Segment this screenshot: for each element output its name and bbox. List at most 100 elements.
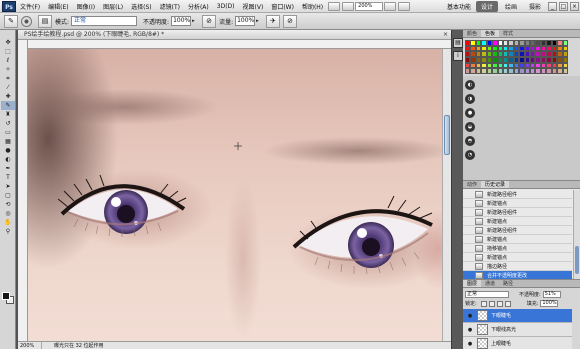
path-select-tool-icon[interactable]: ➤ [1, 182, 15, 191]
history-item[interactable]: 新建锚点 [463, 235, 572, 244]
menu-image[interactable]: 图像(I) [73, 2, 99, 11]
workspace-basic[interactable]: 基本功能 [443, 2, 475, 11]
info-dock-icon[interactable]: i [453, 51, 463, 61]
brush-panel-toggle-icon[interactable]: ▤ [38, 14, 52, 28]
tab-paths[interactable]: 路径 [499, 280, 517, 287]
zoom-tool-icon[interactable]: ⚲ [1, 227, 15, 236]
healing-tool-icon[interactable]: ✚ [1, 92, 15, 101]
history-source-checkbox[interactable] [466, 263, 473, 270]
eye-icon[interactable]: ● [466, 313, 474, 319]
menu-select[interactable]: 选择(S) [127, 2, 156, 11]
history-source-checkbox[interactable] [466, 191, 473, 198]
marquee-tool-icon[interactable]: ⬚ [1, 47, 15, 56]
arrange-docs-button[interactable] [384, 1, 397, 11]
history-source-checkbox[interactable] [466, 245, 473, 252]
lock-pixels-icon[interactable] [488, 300, 495, 307]
tab-actions[interactable]: 动作 [463, 181, 481, 188]
flow-arrow-icon[interactable]: ▸ [256, 16, 263, 26]
preset-icon-3[interactable]: ● [465, 108, 475, 118]
preset-icon-5[interactable]: ◓ [465, 136, 475, 146]
history-source-checkbox[interactable] [466, 209, 473, 216]
history-dock-icon[interactable]: ▤ [453, 38, 463, 48]
preset-icon-2[interactable]: ◑ [465, 94, 475, 104]
eyedropper-tool-icon[interactable]: ⁄ [1, 83, 15, 92]
clone-stamp-tool-icon[interactable]: ♜ [1, 110, 15, 119]
quick-select-tool-icon[interactable]: ✧ [1, 65, 15, 74]
history-source-checkbox[interactable] [466, 218, 473, 225]
shape-tool-icon[interactable]: ▢ [1, 191, 15, 200]
history-item[interactable]: 新建路径组件 [463, 226, 572, 235]
close-button[interactable]: × [570, 1, 579, 11]
brush-tool-icon[interactable]: ✎ [1, 101, 15, 110]
screen-mode-button[interactable] [398, 1, 411, 11]
preset-icon-4[interactable]: ◒ [465, 122, 475, 132]
minimize-button[interactable]: _ [548, 1, 557, 11]
brush-tool-preset-icon[interactable]: ✎ [4, 14, 18, 28]
history-source-checkbox[interactable] [466, 236, 473, 243]
pen-tool-icon[interactable]: ✒ [1, 164, 15, 173]
move-tool-icon[interactable]: ✥ [1, 38, 15, 47]
history-item[interactable]: 新建路径组件 [463, 208, 572, 217]
menu-filter[interactable]: 滤镜(T) [156, 2, 184, 11]
3d-rotate-tool-icon[interactable]: ⟲ [1, 200, 15, 209]
history-item[interactable]: 新建锚点 [463, 253, 572, 262]
mode-select[interactable]: 正常 [71, 16, 138, 26]
lock-position-icon[interactable] [496, 300, 503, 307]
menu-view[interactable]: 视图(V) [239, 2, 268, 11]
history-item[interactable]: 新建锚点 [463, 217, 572, 226]
menu-edit[interactable]: 编辑(E) [44, 2, 72, 11]
hand-tool-icon[interactable]: ✋ [1, 218, 15, 227]
status-zoom[interactable]: 200% [18, 342, 42, 349]
foreground-color-swatch[interactable] [2, 292, 10, 300]
layer-opacity-input[interactable]: 51% [542, 291, 561, 298]
workspace-painting[interactable]: 绘画 [500, 1, 522, 12]
lock-transparency-icon[interactable] [480, 300, 487, 307]
eye-icon[interactable]: ● [466, 341, 474, 347]
history-item[interactable]: 描边路径 [463, 262, 572, 271]
3d-orbit-tool-icon[interactable]: ◎ [1, 209, 15, 218]
opacity-input[interactable]: 100% [171, 16, 192, 26]
horizontal-ruler[interactable] [28, 40, 451, 49]
workspace-design[interactable]: 设计 [475, 0, 498, 12]
fill-input[interactable]: 100% [540, 300, 559, 307]
maximize-button[interactable]: □ [559, 1, 568, 11]
vertical-scrollbar[interactable] [442, 49, 451, 341]
menu-analysis[interactable]: 分析(A) [184, 2, 213, 11]
preset-icon-1[interactable]: ◐ [465, 80, 475, 90]
flow-input[interactable]: 100% [235, 16, 256, 26]
preset-icon-6[interactable]: ◔ [465, 150, 475, 160]
zoom-select[interactable]: 200% [355, 1, 384, 11]
menu-help[interactable]: 帮助(H) [298, 2, 327, 11]
type-tool-icon[interactable]: T [1, 173, 15, 182]
menu-layer[interactable]: 图层(L) [99, 2, 127, 11]
layer-row[interactable]: ● 上眼睫毛 [463, 337, 572, 349]
dodge-tool-icon[interactable]: ◐ [1, 155, 15, 164]
airbrush-icon[interactable]: ✈ [266, 14, 281, 28]
history-source-checkbox[interactable] [466, 227, 473, 234]
lasso-tool-icon[interactable]: ℓ [1, 56, 15, 65]
vertical-scroll-thumb[interactable] [444, 115, 450, 155]
tab-channels[interactable]: 通道 [481, 280, 499, 287]
history-item[interactable]: 新建路径组件 [463, 190, 572, 199]
blend-mode-select[interactable]: 正常 [465, 291, 509, 298]
blur-tool-icon[interactable]: ● [1, 146, 15, 155]
crop-tool-icon[interactable]: ⌗ [1, 74, 15, 83]
bridge-button[interactable] [328, 1, 341, 11]
history-item[interactable]: 新建锚点 [463, 199, 572, 208]
opacity-arrow-icon[interactable]: ▸ [192, 16, 199, 26]
history-source-checkbox[interactable] [466, 200, 473, 207]
tablet-size-icon[interactable]: ⊘ [283, 14, 298, 28]
menu-window[interactable]: 窗口(W) [267, 2, 298, 11]
tablet-opacity-icon[interactable]: ⊘ [202, 14, 217, 28]
history-scroll-thumb[interactable] [575, 246, 579, 274]
color-swatch[interactable] [562, 68, 568, 74]
swatches-grid[interactable] [465, 40, 568, 74]
layer-row[interactable]: ● 下眼睫毛 [463, 309, 572, 323]
tab-history[interactable]: 历史记录 [481, 181, 510, 188]
document-close-icon[interactable]: × [443, 30, 448, 40]
eye-icon[interactable]: ● [466, 327, 474, 333]
history-source-checkbox[interactable] [466, 254, 473, 261]
lock-all-icon[interactable] [504, 300, 511, 307]
workspace-photography[interactable]: 摄影 [524, 1, 546, 12]
tab-color[interactable]: 颜色 [463, 30, 481, 37]
